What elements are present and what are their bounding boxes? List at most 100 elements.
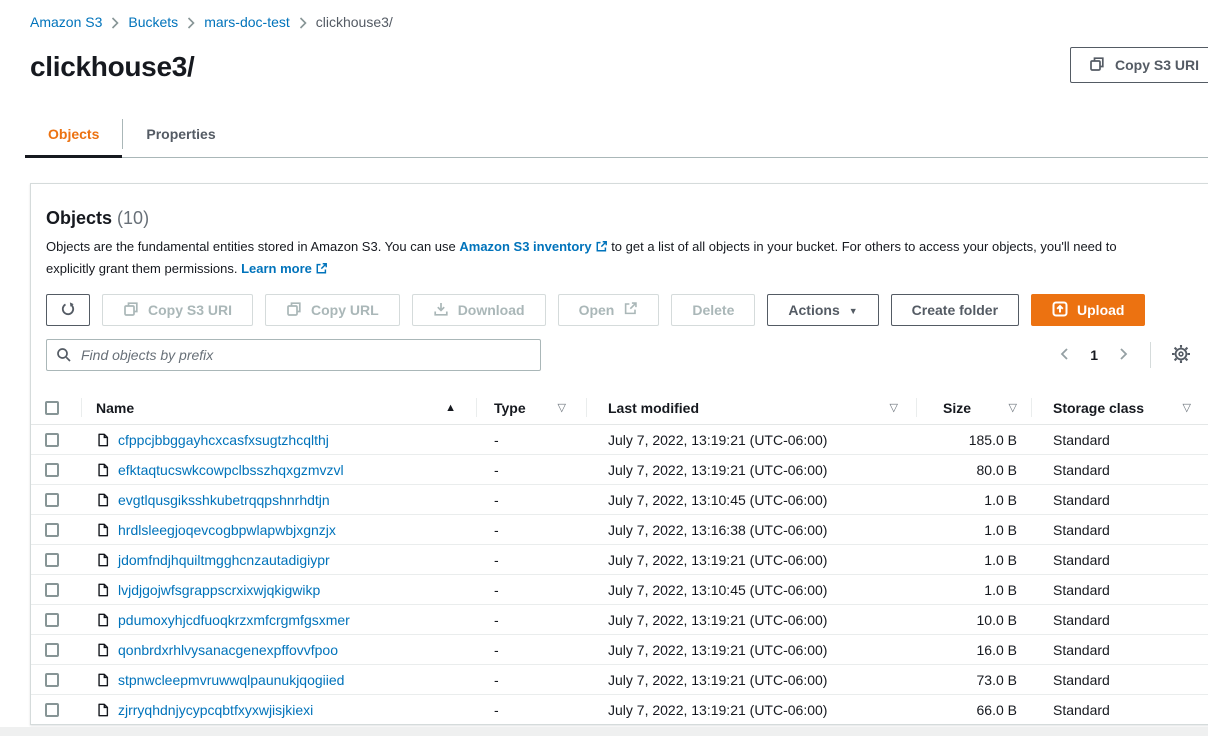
object-size: 66.0 B (916, 702, 1031, 718)
previous-page-button[interactable] (1056, 345, 1074, 366)
object-name-link[interactable]: zjrryqhdnjycypcqbtfxyxwjisjkiexi (118, 702, 313, 718)
row-checkbox[interactable] (45, 523, 59, 537)
tab-bar: Objects Properties (25, 114, 1208, 158)
object-last-modified: July 7, 2022, 13:10:45 (UTC-06:00) (586, 492, 916, 508)
column-header-type[interactable]: Type ▽ (476, 391, 586, 424)
row-checkbox[interactable] (45, 433, 59, 447)
last-modified-column-label: Last modified (608, 400, 699, 416)
object-type: - (476, 432, 586, 448)
row-checkbox[interactable] (45, 493, 59, 507)
find-objects-search-input[interactable] (46, 339, 541, 371)
column-header-name[interactable]: Name ▲ (81, 391, 476, 424)
next-page-button[interactable] (1114, 345, 1132, 366)
object-type: - (476, 582, 586, 598)
copy-url-button[interactable]: Copy URL (265, 294, 400, 326)
object-name-link[interactable]: qonbrdxrhlvysanacgenexpffovvfpoo (118, 642, 338, 658)
object-last-modified: July 7, 2022, 13:10:45 (UTC-06:00) (586, 582, 916, 598)
object-size: 10.0 B (916, 612, 1031, 628)
copy-s3-uri-header-button[interactable]: Copy S3 URI (1070, 47, 1208, 83)
delete-button[interactable]: Delete (671, 294, 755, 326)
column-header-storage-class[interactable]: Storage class ▽ (1031, 391, 1208, 424)
upload-button[interactable]: Upload (1031, 294, 1145, 326)
file-icon (96, 612, 110, 628)
row-checkbox[interactable] (45, 613, 59, 627)
download-button[interactable]: Download (412, 294, 546, 326)
object-type: - (476, 522, 586, 538)
object-name-link[interactable]: jdomfndjhquiltmgghcnzautadigiypr (118, 552, 330, 568)
type-column-label: Type (494, 400, 526, 416)
copy-icon (123, 301, 139, 320)
row-checkbox[interactable] (45, 673, 59, 687)
object-type: - (476, 612, 586, 628)
row-checkbox[interactable] (45, 553, 59, 567)
row-checkbox[interactable] (45, 463, 59, 477)
column-header-last-modified[interactable]: Last modified ▽ (586, 391, 916, 424)
objects-table: Name ▲ Type ▽ Last modified ▽ Size ▽ Sto… (31, 391, 1208, 725)
refresh-button[interactable] (46, 294, 90, 326)
breadcrumb-amazon-s3[interactable]: Amazon S3 (30, 14, 102, 30)
breadcrumb-bucket-name[interactable]: mars-doc-test (204, 14, 290, 30)
object-name-link[interactable]: efktaqtucswkcowpclbsszhqxgzmvzvl (118, 462, 344, 478)
caret-down-icon: ▼ (849, 306, 858, 316)
actions-dropdown-button[interactable]: Actions ▼ (767, 294, 878, 326)
object-type: - (476, 672, 586, 688)
learn-more-link[interactable]: Learn more (241, 261, 312, 276)
object-storage-class: Standard (1031, 612, 1208, 628)
object-name-link[interactable]: lvjdjgojwfsgrappscrxixwjqkigwikp (118, 582, 320, 598)
object-name-link[interactable]: hrdlsleegjoqevcogbpwlapwbjxgnzjx (118, 522, 336, 538)
refresh-icon (60, 301, 76, 320)
amazon-s3-inventory-link[interactable]: Amazon S3 inventory (459, 239, 591, 254)
preferences-button[interactable] (1169, 342, 1193, 369)
page-header: Amazon S3 Buckets mars-doc-test clickhou… (0, 0, 1208, 158)
object-storage-class: Standard (1031, 672, 1208, 688)
file-icon (96, 702, 110, 718)
page-title: clickhouse3/ (30, 50, 1208, 84)
page-number[interactable]: 1 (1090, 347, 1098, 363)
download-label: Download (458, 302, 525, 318)
external-link-icon (315, 261, 328, 281)
object-table-body: cfppcjbbggayhcxcasfxsugtzhcqlthj - July … (31, 425, 1208, 725)
copy-s3-uri-label: Copy S3 URI (1115, 57, 1199, 73)
object-name-link[interactable]: pdumoxyhjcdfuoqkrzxmfcrgmfgsxmer (118, 612, 350, 628)
column-header-size[interactable]: Size ▽ (916, 391, 1031, 424)
name-column-label: Name (96, 400, 134, 416)
copy-s3-uri-button[interactable]: Copy S3 URI (102, 294, 253, 326)
copy-s3-uri-label: Copy S3 URI (148, 302, 232, 318)
search-icon (56, 347, 72, 368)
table-row: qonbrdxrhlvysanacgenexpffovvfpoo - July … (31, 635, 1208, 665)
objects-toolbar: Copy S3 URI Copy URL Download Open Delet… (31, 294, 1208, 326)
copy-url-label: Copy URL (311, 302, 379, 318)
create-folder-button[interactable]: Create folder (891, 294, 1019, 326)
breadcrumb-current-prefix: clickhouse3/ (316, 14, 393, 30)
table-row: efktaqtucswkcowpclbsszhqxgzmvzvl - July … (31, 455, 1208, 485)
row-checkbox[interactable] (45, 643, 59, 657)
select-all-checkbox[interactable] (45, 401, 59, 415)
open-button[interactable]: Open (558, 294, 660, 326)
sort-icon: ▽ (558, 401, 586, 414)
objects-heading: Objects (46, 208, 112, 228)
objects-panel: Objects (10) Objects are the fundamental… (30, 183, 1208, 725)
object-storage-class: Standard (1031, 642, 1208, 658)
copy-icon (1089, 56, 1105, 75)
sort-icon: ▽ (1009, 401, 1031, 414)
chevron-right-icon (187, 17, 195, 29)
object-last-modified: July 7, 2022, 13:19:21 (UTC-06:00) (586, 612, 916, 628)
size-column-label: Size (943, 400, 971, 416)
row-checkbox[interactable] (45, 703, 59, 717)
sort-icon: ▽ (890, 401, 916, 414)
row-checkbox[interactable] (45, 583, 59, 597)
table-row: pdumoxyhjcdfuoqkrzxmfcrgmfgsxmer - July … (31, 605, 1208, 635)
object-name-link[interactable]: stpnwcleepmvruwwqlpaunukjqogiied (118, 672, 344, 688)
upload-label: Upload (1077, 302, 1124, 318)
tab-objects[interactable]: Objects (25, 114, 122, 157)
object-name-link[interactable]: cfppcjbbggayhcxcasfxsugtzhcqlthj (118, 432, 329, 448)
object-size: 1.0 B (916, 492, 1031, 508)
objects-count: (10) (117, 208, 149, 228)
breadcrumb-buckets[interactable]: Buckets (128, 14, 178, 30)
table-row: zjrryqhdnjycypcqbtfxyxwjisjkiexi - July … (31, 695, 1208, 725)
object-type: - (476, 462, 586, 478)
object-name-link[interactable]: evgtlqusgiksshkubetrqqpshnrhdtjn (118, 492, 330, 508)
object-size: 1.0 B (916, 552, 1031, 568)
object-storage-class: Standard (1031, 492, 1208, 508)
tab-properties[interactable]: Properties (123, 114, 238, 157)
